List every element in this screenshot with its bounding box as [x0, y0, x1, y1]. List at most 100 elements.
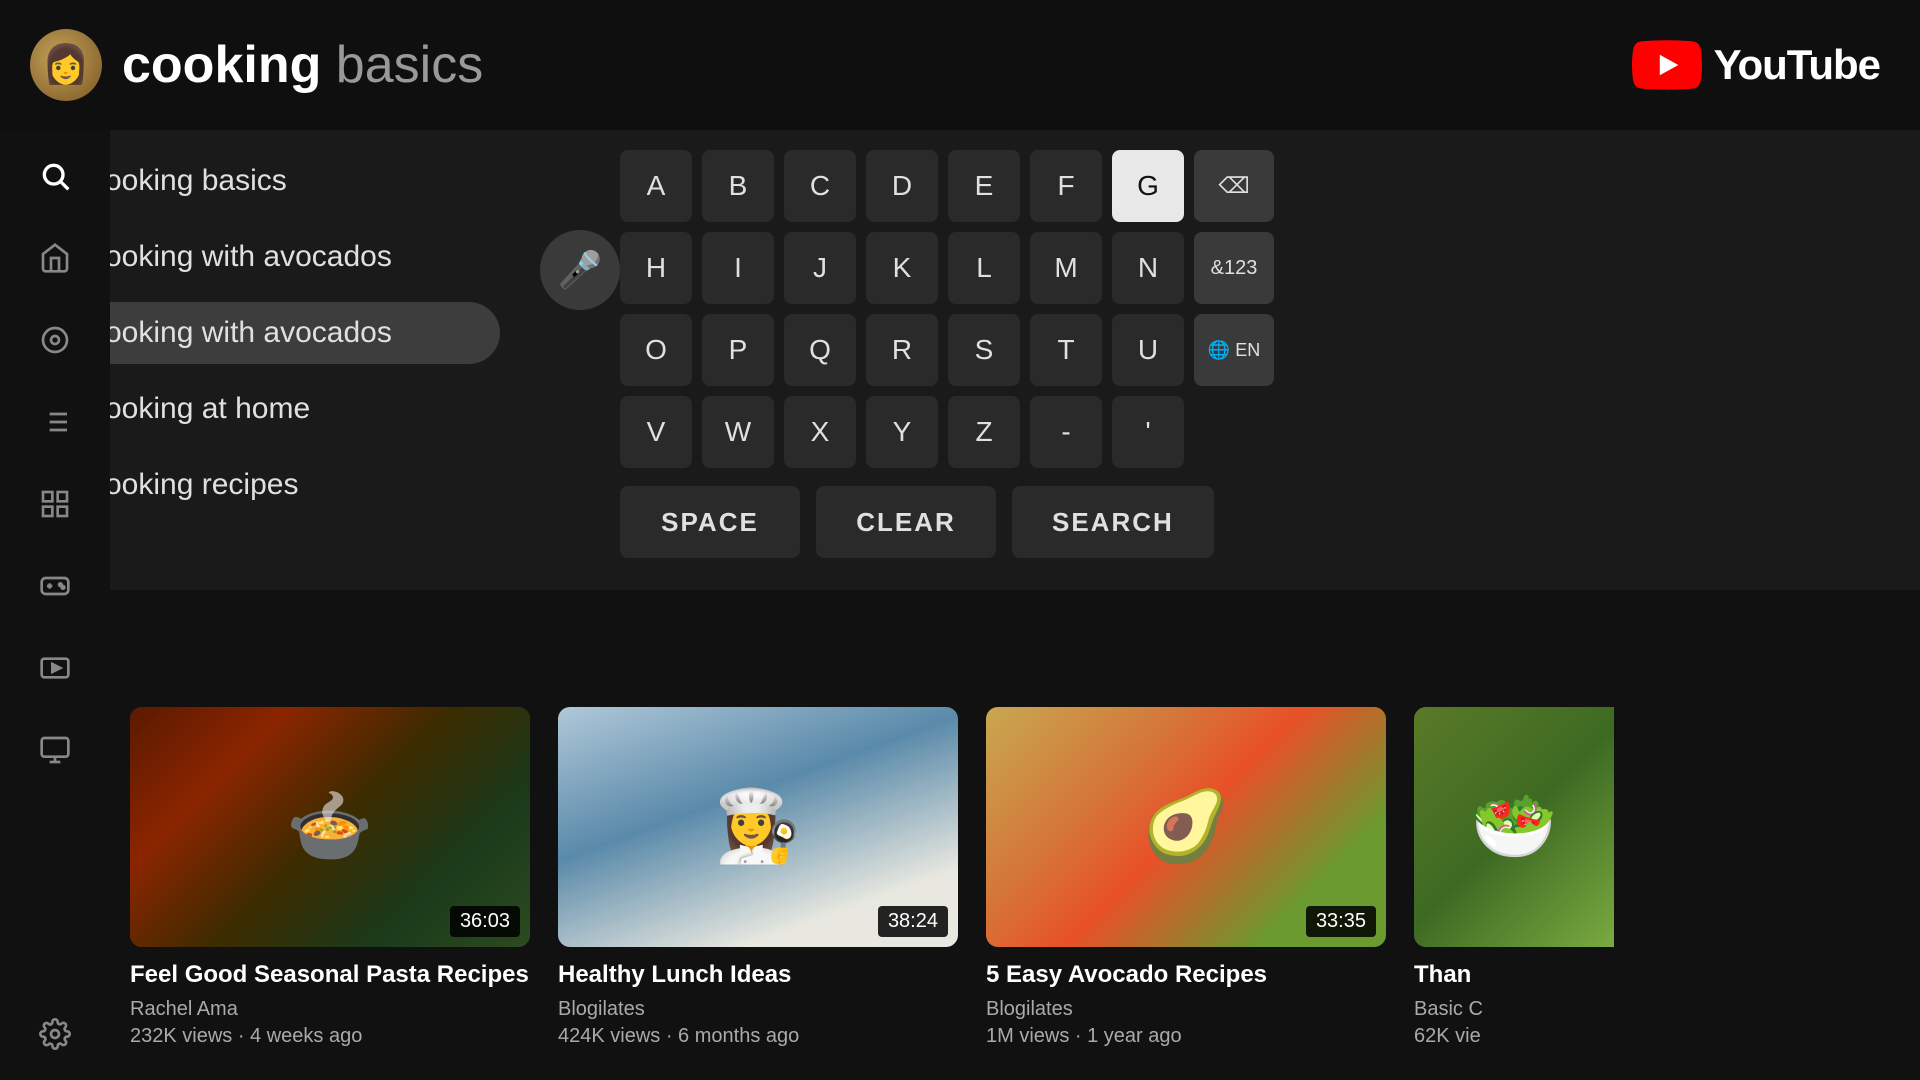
- video-info-2: 5 Easy Avocado Recipes Blogilates 1M vie…: [986, 947, 1386, 1060]
- suggestion-text-1: cooking with avocados: [90, 240, 392, 274]
- video-channel-3: Basic C: [1414, 998, 1614, 1021]
- video-meta-2: 1M views · 1 year ago: [986, 1025, 1386, 1048]
- video-card-1[interactable]: 👩‍🍳 38:24 Healthy Lunch Ideas Blogilates…: [558, 707, 958, 1060]
- microphone-icon: 🎤: [558, 249, 603, 291]
- key-W[interactable]: W: [702, 396, 774, 468]
- video-channel-2: Blogilates: [986, 998, 1386, 1021]
- backspace-key[interactable]: ⌫: [1194, 150, 1274, 222]
- youtube-text: YouTube: [1714, 41, 1880, 89]
- key-dash[interactable]: -: [1030, 396, 1102, 468]
- key-U[interactable]: U: [1112, 314, 1184, 386]
- key-A[interactable]: A: [620, 150, 692, 222]
- video-thumbnail-2: 🥑 33:35: [986, 707, 1386, 947]
- key-E[interactable]: E: [948, 150, 1020, 222]
- key-B[interactable]: B: [702, 150, 774, 222]
- key-numbers[interactable]: &123: [1194, 232, 1274, 304]
- key-L[interactable]: L: [948, 232, 1020, 304]
- youtube-logo: YouTube: [1632, 40, 1880, 90]
- key-H[interactable]: H: [620, 232, 692, 304]
- key-S[interactable]: S: [948, 314, 1020, 386]
- suggestion-text-3: cooking at home: [90, 392, 310, 426]
- sidebar-item-search[interactable]: [29, 150, 81, 202]
- video-info-3: Than Basic C 62K vie: [1414, 947, 1614, 1060]
- video-duration-0: 36:03: [450, 906, 520, 937]
- key-Y[interactable]: Y: [866, 396, 938, 468]
- kb-row-2: H I J K L M N &123: [620, 232, 1274, 304]
- title-light: basics: [336, 36, 483, 94]
- videos-row: 🍲 36:03 Feel Good Seasonal Pasta Recipes…: [110, 660, 1920, 1080]
- kb-bottom-row: SPACE CLEAR SEARCH: [620, 486, 1274, 558]
- sidebar-item-explore[interactable]: [29, 314, 81, 366]
- search-query-title: cooking basics: [122, 35, 483, 95]
- key-Q[interactable]: Q: [784, 314, 856, 386]
- header-left: 👩 cooking basics: [30, 29, 483, 101]
- keyboard: A B C D E F G ⌫ H I J K L M N &123 O P Q…: [620, 150, 1274, 558]
- sidebar-item-gaming[interactable]: [29, 560, 81, 612]
- video-card-3[interactable]: 🥗 Than Basic C 62K vie: [1414, 707, 1614, 1060]
- home-icon: [39, 242, 71, 274]
- key-X[interactable]: X: [784, 396, 856, 468]
- key-I[interactable]: I: [702, 232, 774, 304]
- sidebar: [0, 130, 110, 1080]
- video-meta-0: 232K views · 4 weeks ago: [130, 1025, 530, 1048]
- key-J[interactable]: J: [784, 232, 856, 304]
- video-duration-2: 33:35: [1306, 906, 1376, 937]
- key-T[interactable]: T: [1030, 314, 1102, 386]
- key-R[interactable]: R: [866, 314, 938, 386]
- key-C[interactable]: C: [784, 150, 856, 222]
- video-channel-1: Blogilates: [558, 998, 958, 1021]
- key-D[interactable]: D: [866, 150, 938, 222]
- video-channel-0: Rachel Ama: [130, 998, 530, 1021]
- video-title-0: Feel Good Seasonal Pasta Recipes: [130, 959, 530, 990]
- video-thumbnail-1: 👩‍🍳 38:24: [558, 707, 958, 947]
- sidebar-item-home[interactable]: [29, 232, 81, 284]
- video-card-0[interactable]: 🍲 36:03 Feel Good Seasonal Pasta Recipes…: [130, 707, 530, 1060]
- sidebar-item-library[interactable]: [29, 478, 81, 530]
- key-K[interactable]: K: [866, 232, 938, 304]
- video-meta-1: 424K views · 6 months ago: [558, 1025, 958, 1048]
- search-icon: [39, 160, 71, 192]
- key-V[interactable]: V: [620, 396, 692, 468]
- key-G[interactable]: G: [1112, 150, 1184, 222]
- header: 👩 cooking basics YouTube: [0, 0, 1920, 130]
- voice-button-area: 🎤: [540, 230, 620, 310]
- video-info-1: Healthy Lunch Ideas Blogilates 424K view…: [558, 947, 958, 1060]
- youtube-icon: [1632, 40, 1702, 90]
- key-N[interactable]: N: [1112, 232, 1184, 304]
- key-O[interactable]: O: [620, 314, 692, 386]
- key-language[interactable]: 🌐 EN: [1194, 314, 1274, 386]
- settings-icon: [39, 1018, 71, 1050]
- sidebar-item-queue[interactable]: [29, 396, 81, 448]
- key-apostrophe[interactable]: ': [1112, 396, 1184, 468]
- suggestion-text-2: cooking with avocados: [90, 316, 392, 350]
- video-title-1: Healthy Lunch Ideas: [558, 959, 958, 990]
- kb-row-4: V W X Y Z - ': [620, 396, 1274, 468]
- sidebar-item-subscriptions[interactable]: [29, 642, 81, 694]
- dropdown-panel: ↺ cooking basics ↺ cooking with avocados…: [0, 130, 1920, 590]
- key-P[interactable]: P: [702, 314, 774, 386]
- video-info-0: Feel Good Seasonal Pasta Recipes Rachel …: [130, 947, 530, 1060]
- video-title-3: Than: [1414, 959, 1614, 990]
- history-icon: [39, 734, 71, 766]
- clear-button[interactable]: CLEAR: [816, 486, 996, 558]
- gaming-icon: [39, 570, 71, 602]
- suggestion-text-0: cooking basics: [90, 164, 287, 198]
- kb-row-3: O P Q R S T U 🌐 EN: [620, 314, 1274, 386]
- video-card-2[interactable]: 🥑 33:35 5 Easy Avocado Recipes Blogilate…: [986, 707, 1386, 1060]
- voice-button[interactable]: 🎤: [540, 230, 620, 310]
- queue-icon: [39, 406, 71, 438]
- library-icon: [39, 488, 71, 520]
- title-bold: cooking: [122, 36, 336, 94]
- key-F[interactable]: F: [1030, 150, 1102, 222]
- space-button[interactable]: SPACE: [620, 486, 800, 558]
- avatar[interactable]: 👩: [30, 29, 102, 101]
- sidebar-item-settings[interactable]: [29, 1008, 81, 1060]
- video-title-2: 5 Easy Avocado Recipes: [986, 959, 1386, 990]
- key-Z[interactable]: Z: [948, 396, 1020, 468]
- search-button[interactable]: SEARCH: [1012, 486, 1214, 558]
- kb-row-1: A B C D E F G ⌫: [620, 150, 1274, 222]
- sidebar-item-history[interactable]: [29, 724, 81, 776]
- video-thumbnail-0: 🍲 36:03: [130, 707, 530, 947]
- key-M[interactable]: M: [1030, 232, 1102, 304]
- video-duration-1: 38:24: [878, 906, 948, 937]
